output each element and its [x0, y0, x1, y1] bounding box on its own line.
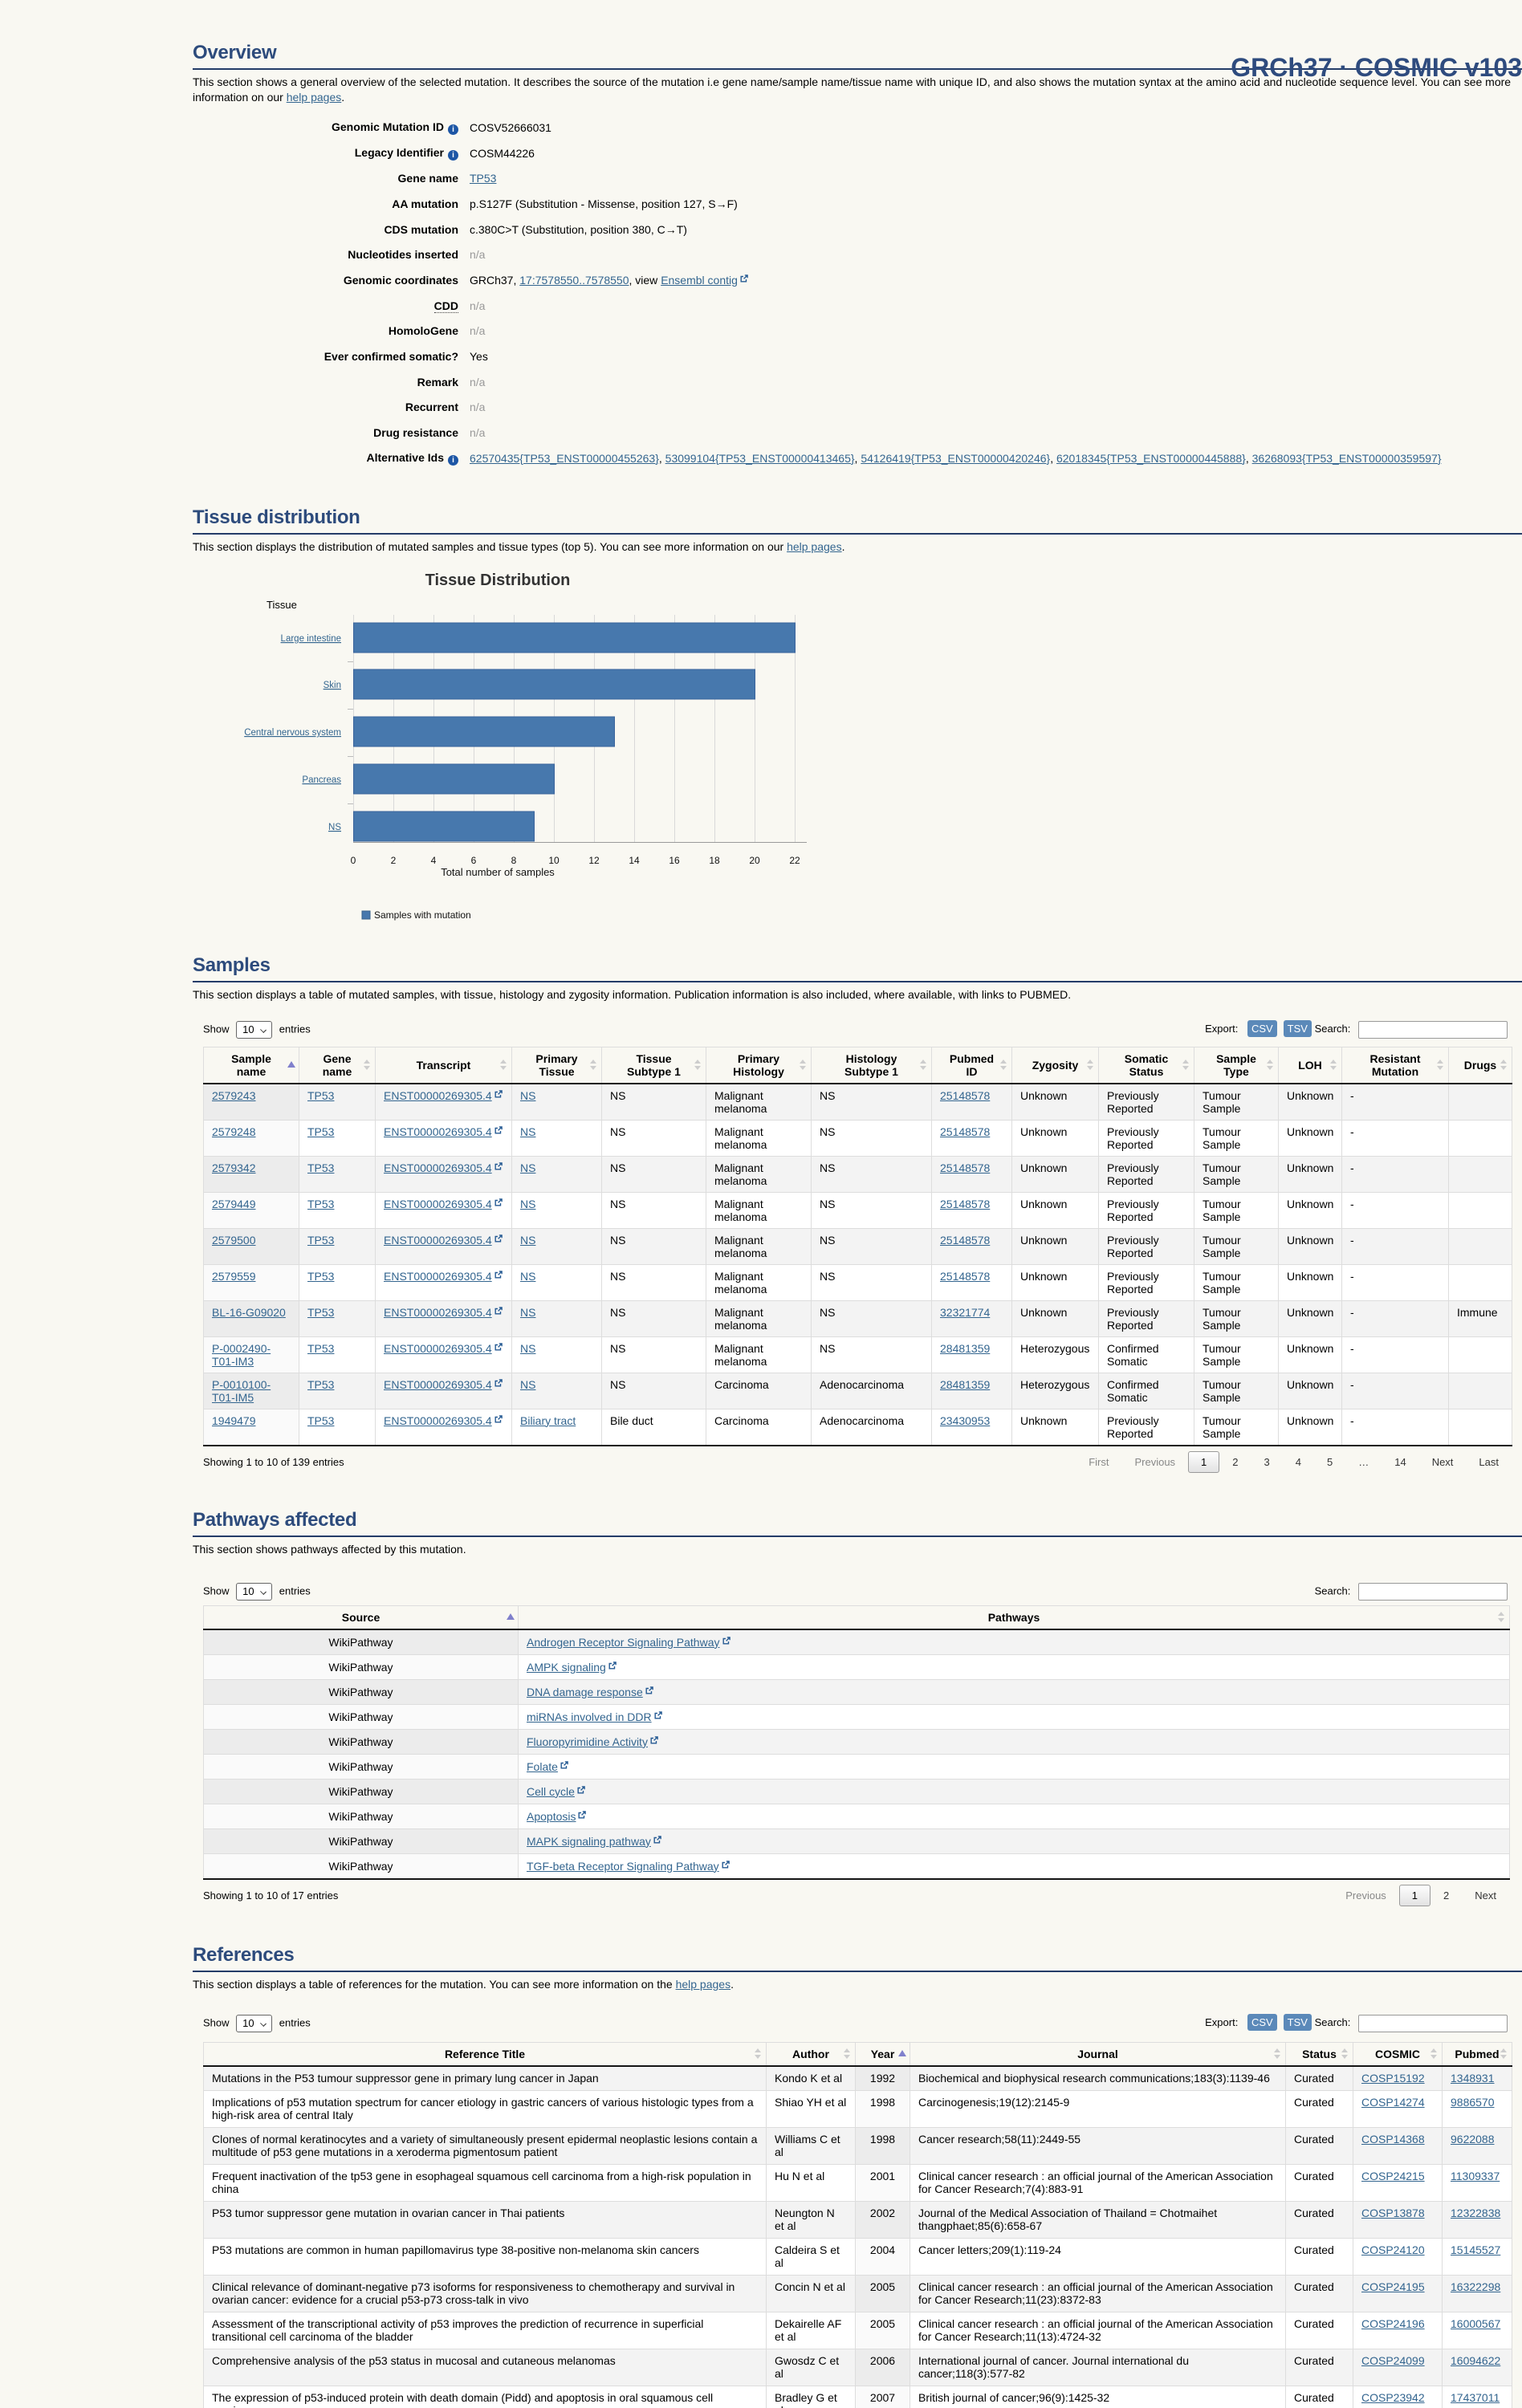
svg-text:12: 12	[588, 855, 600, 866]
svg-text:16: 16	[669, 855, 680, 866]
svg-text:4: 4	[431, 855, 437, 866]
svg-text:14: 14	[629, 855, 640, 866]
svg-text:Skin: Skin	[324, 681, 341, 690]
svg-text:Central nervous system: Central nervous system	[244, 728, 341, 738]
svg-text:2: 2	[391, 855, 397, 866]
svg-text:22: 22	[789, 855, 800, 866]
svg-text:18: 18	[709, 855, 720, 866]
svg-text:Pancreas: Pancreas	[302, 775, 341, 785]
svg-text:Samples with mutation: Samples with mutation	[374, 909, 471, 921]
svg-text:8: 8	[511, 855, 517, 866]
svg-text:6: 6	[471, 855, 477, 866]
svg-text:Large intestine: Large intestine	[281, 634, 341, 644]
svg-text:Tissue: Tissue	[267, 599, 297, 611]
svg-text:0: 0	[351, 855, 356, 866]
svg-text:NS: NS	[328, 823, 341, 832]
svg-text:Total number of samples: Total number of samples	[441, 866, 555, 878]
svg-text:20: 20	[749, 855, 760, 866]
svg-text:Tissue Distribution: Tissue Distribution	[425, 571, 571, 589]
svg-text:10: 10	[548, 855, 560, 866]
